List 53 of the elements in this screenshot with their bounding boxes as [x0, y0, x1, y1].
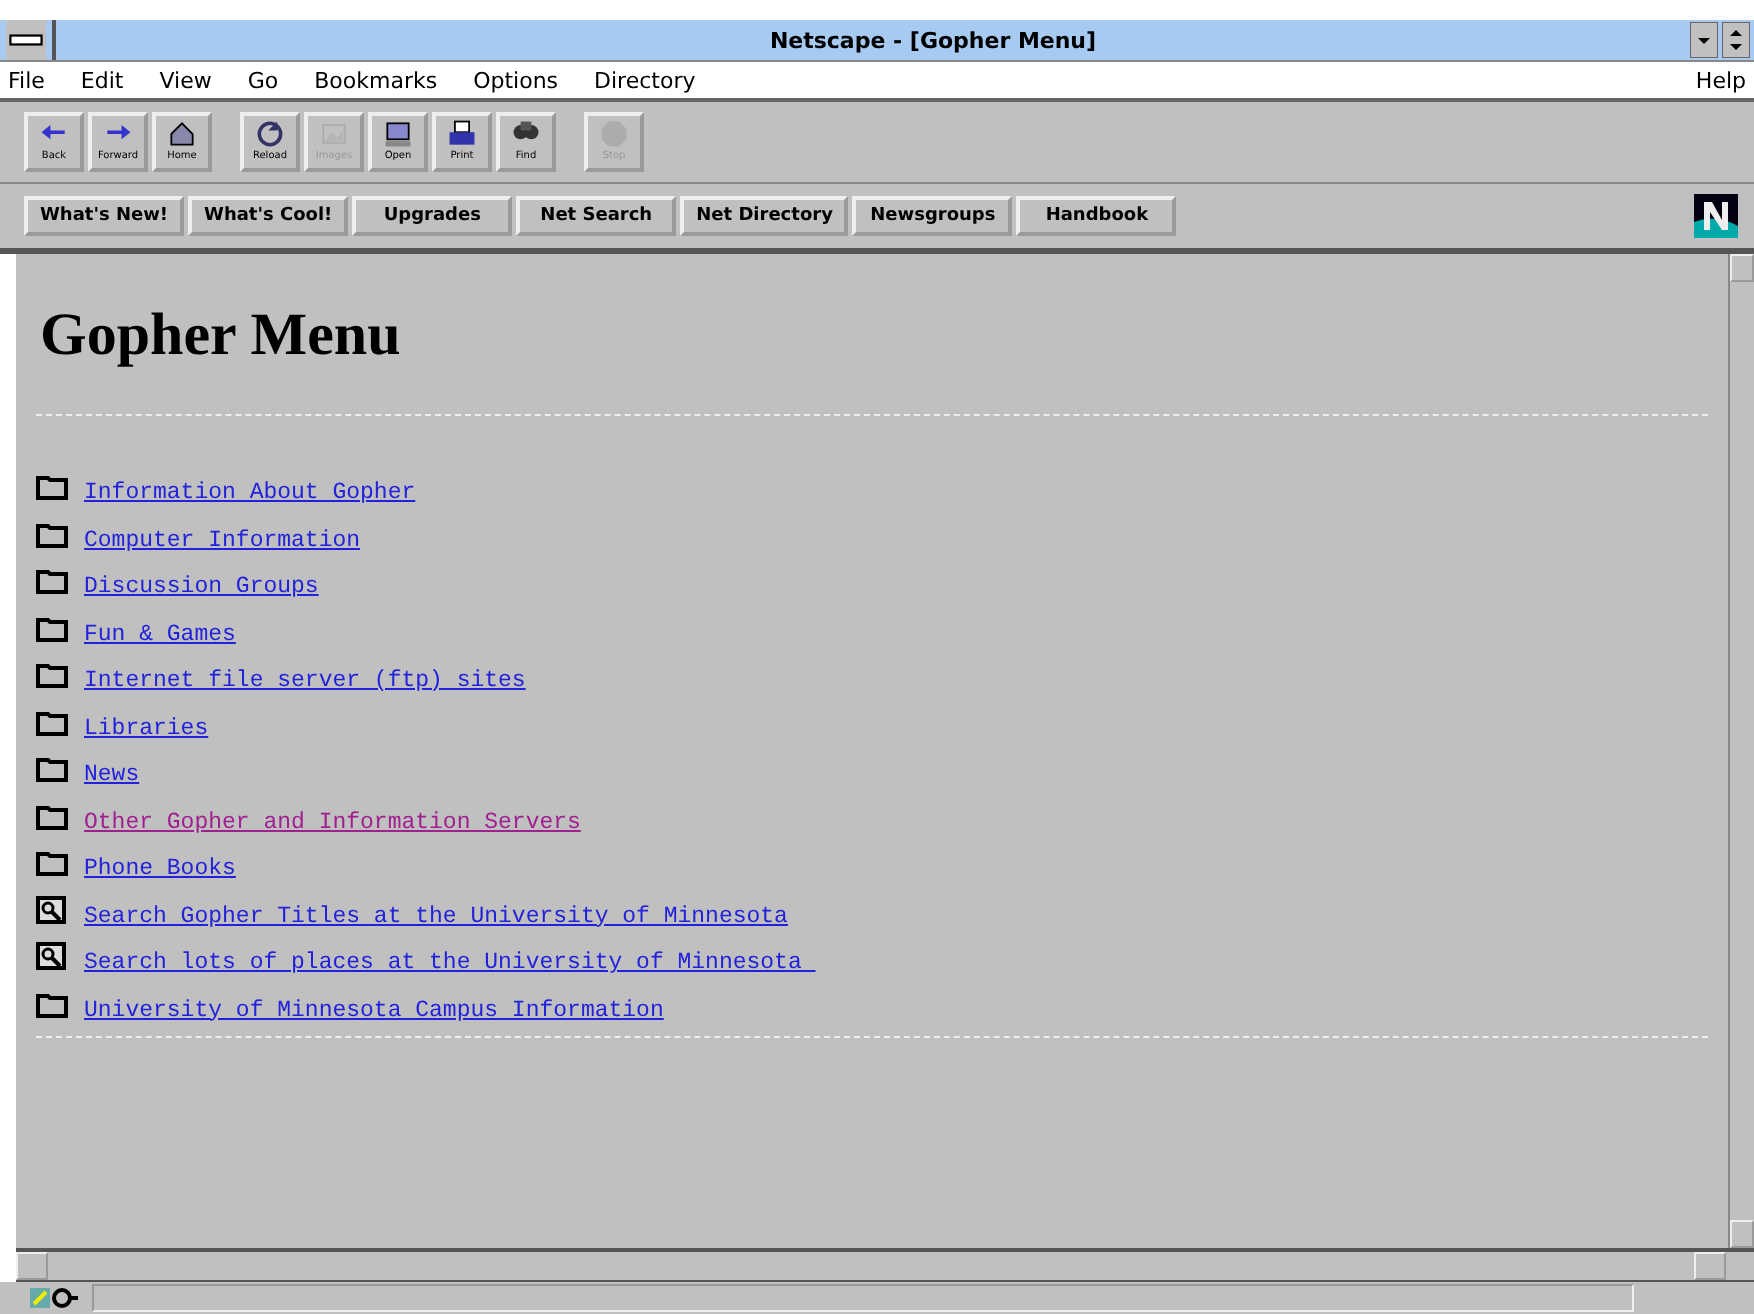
gopher-link[interactable]: Libraries: [84, 715, 209, 741]
directory-button[interactable]: Net Search: [516, 196, 677, 236]
window-title: Netscape - [Gopher Menu]: [767, 27, 1099, 53]
folder-icon: [36, 848, 68, 876]
gopher-link[interactable]: Search lots of places at the University of Minnesota: [84, 950, 816, 976]
gopher-link[interactable]: Computer Information: [84, 527, 361, 553]
gopher-link[interactable]: University of Minnesota Campus Information: [84, 997, 664, 1023]
menu-item[interactable]: Options: [473, 67, 559, 93]
menu-item[interactable]: File: [8, 67, 45, 93]
menu-item[interactable]: Directory: [594, 67, 696, 93]
house-icon: [166, 118, 198, 150]
folder-icon: [36, 660, 68, 688]
printer-icon: [446, 118, 478, 150]
stop-icon: [598, 118, 630, 150]
gopher-link[interactable]: Other Gopher and Information Servers: [84, 809, 581, 835]
gopher-link[interactable]: Discussion Groups: [84, 574, 319, 600]
gopher-link[interactable]: News: [84, 762, 140, 788]
page-heading: Gopher Menu: [40, 302, 403, 370]
gopher-link[interactable]: Internet file server (ftp) sites: [84, 668, 526, 694]
restore-icon[interactable]: [1722, 22, 1750, 58]
folder-icon: [36, 566, 68, 594]
menu-item[interactable]: Bookmarks: [314, 67, 438, 93]
menu-item[interactable]: Help: [1695, 67, 1746, 93]
netscape-logo-icon: [1694, 194, 1738, 238]
folder-icon: [36, 519, 68, 547]
gopher-link[interactable]: Phone Books: [84, 856, 236, 882]
minimize-icon[interactable]: [1690, 22, 1718, 58]
system-menu-icon[interactable]: [0, 20, 56, 60]
directory-button[interactable]: What's Cool!: [188, 196, 349, 236]
directory-button[interactable]: Net Directory: [680, 196, 849, 236]
gopher-link[interactable]: Search Gopher Titles at the University of Minnesota: [84, 903, 788, 929]
folder-icon: [36, 613, 68, 641]
security-key-icon: [28, 1286, 80, 1310]
search-document-icon: [36, 942, 68, 970]
menu-item[interactable]: Go: [247, 67, 279, 93]
folder-icon: [36, 472, 68, 500]
vertical-scrollbar[interactable]: [1728, 254, 1754, 1248]
folder-icon: [36, 707, 68, 735]
reload-icon: [254, 118, 286, 150]
folder-icon: [36, 754, 68, 782]
menu-item[interactable]: View: [159, 67, 212, 93]
computer-icon: [382, 118, 414, 150]
directory-button[interactable]: Handbook: [1016, 196, 1177, 236]
gopher-link[interactable]: Fun & Games: [84, 621, 236, 647]
gopher-link[interactable]: Information About Gopher: [84, 480, 416, 506]
folder-icon: [36, 989, 68, 1017]
folder-icon: [36, 801, 68, 829]
directory-button[interactable]: What's New!: [24, 196, 185, 236]
menu-item[interactable]: Edit: [80, 67, 124, 93]
directory-button[interactable]: Newsgroups: [852, 196, 1013, 236]
image-icon: [318, 118, 350, 150]
search-document-icon: [36, 895, 68, 923]
directory-button[interactable]: Upgrades: [352, 196, 513, 236]
